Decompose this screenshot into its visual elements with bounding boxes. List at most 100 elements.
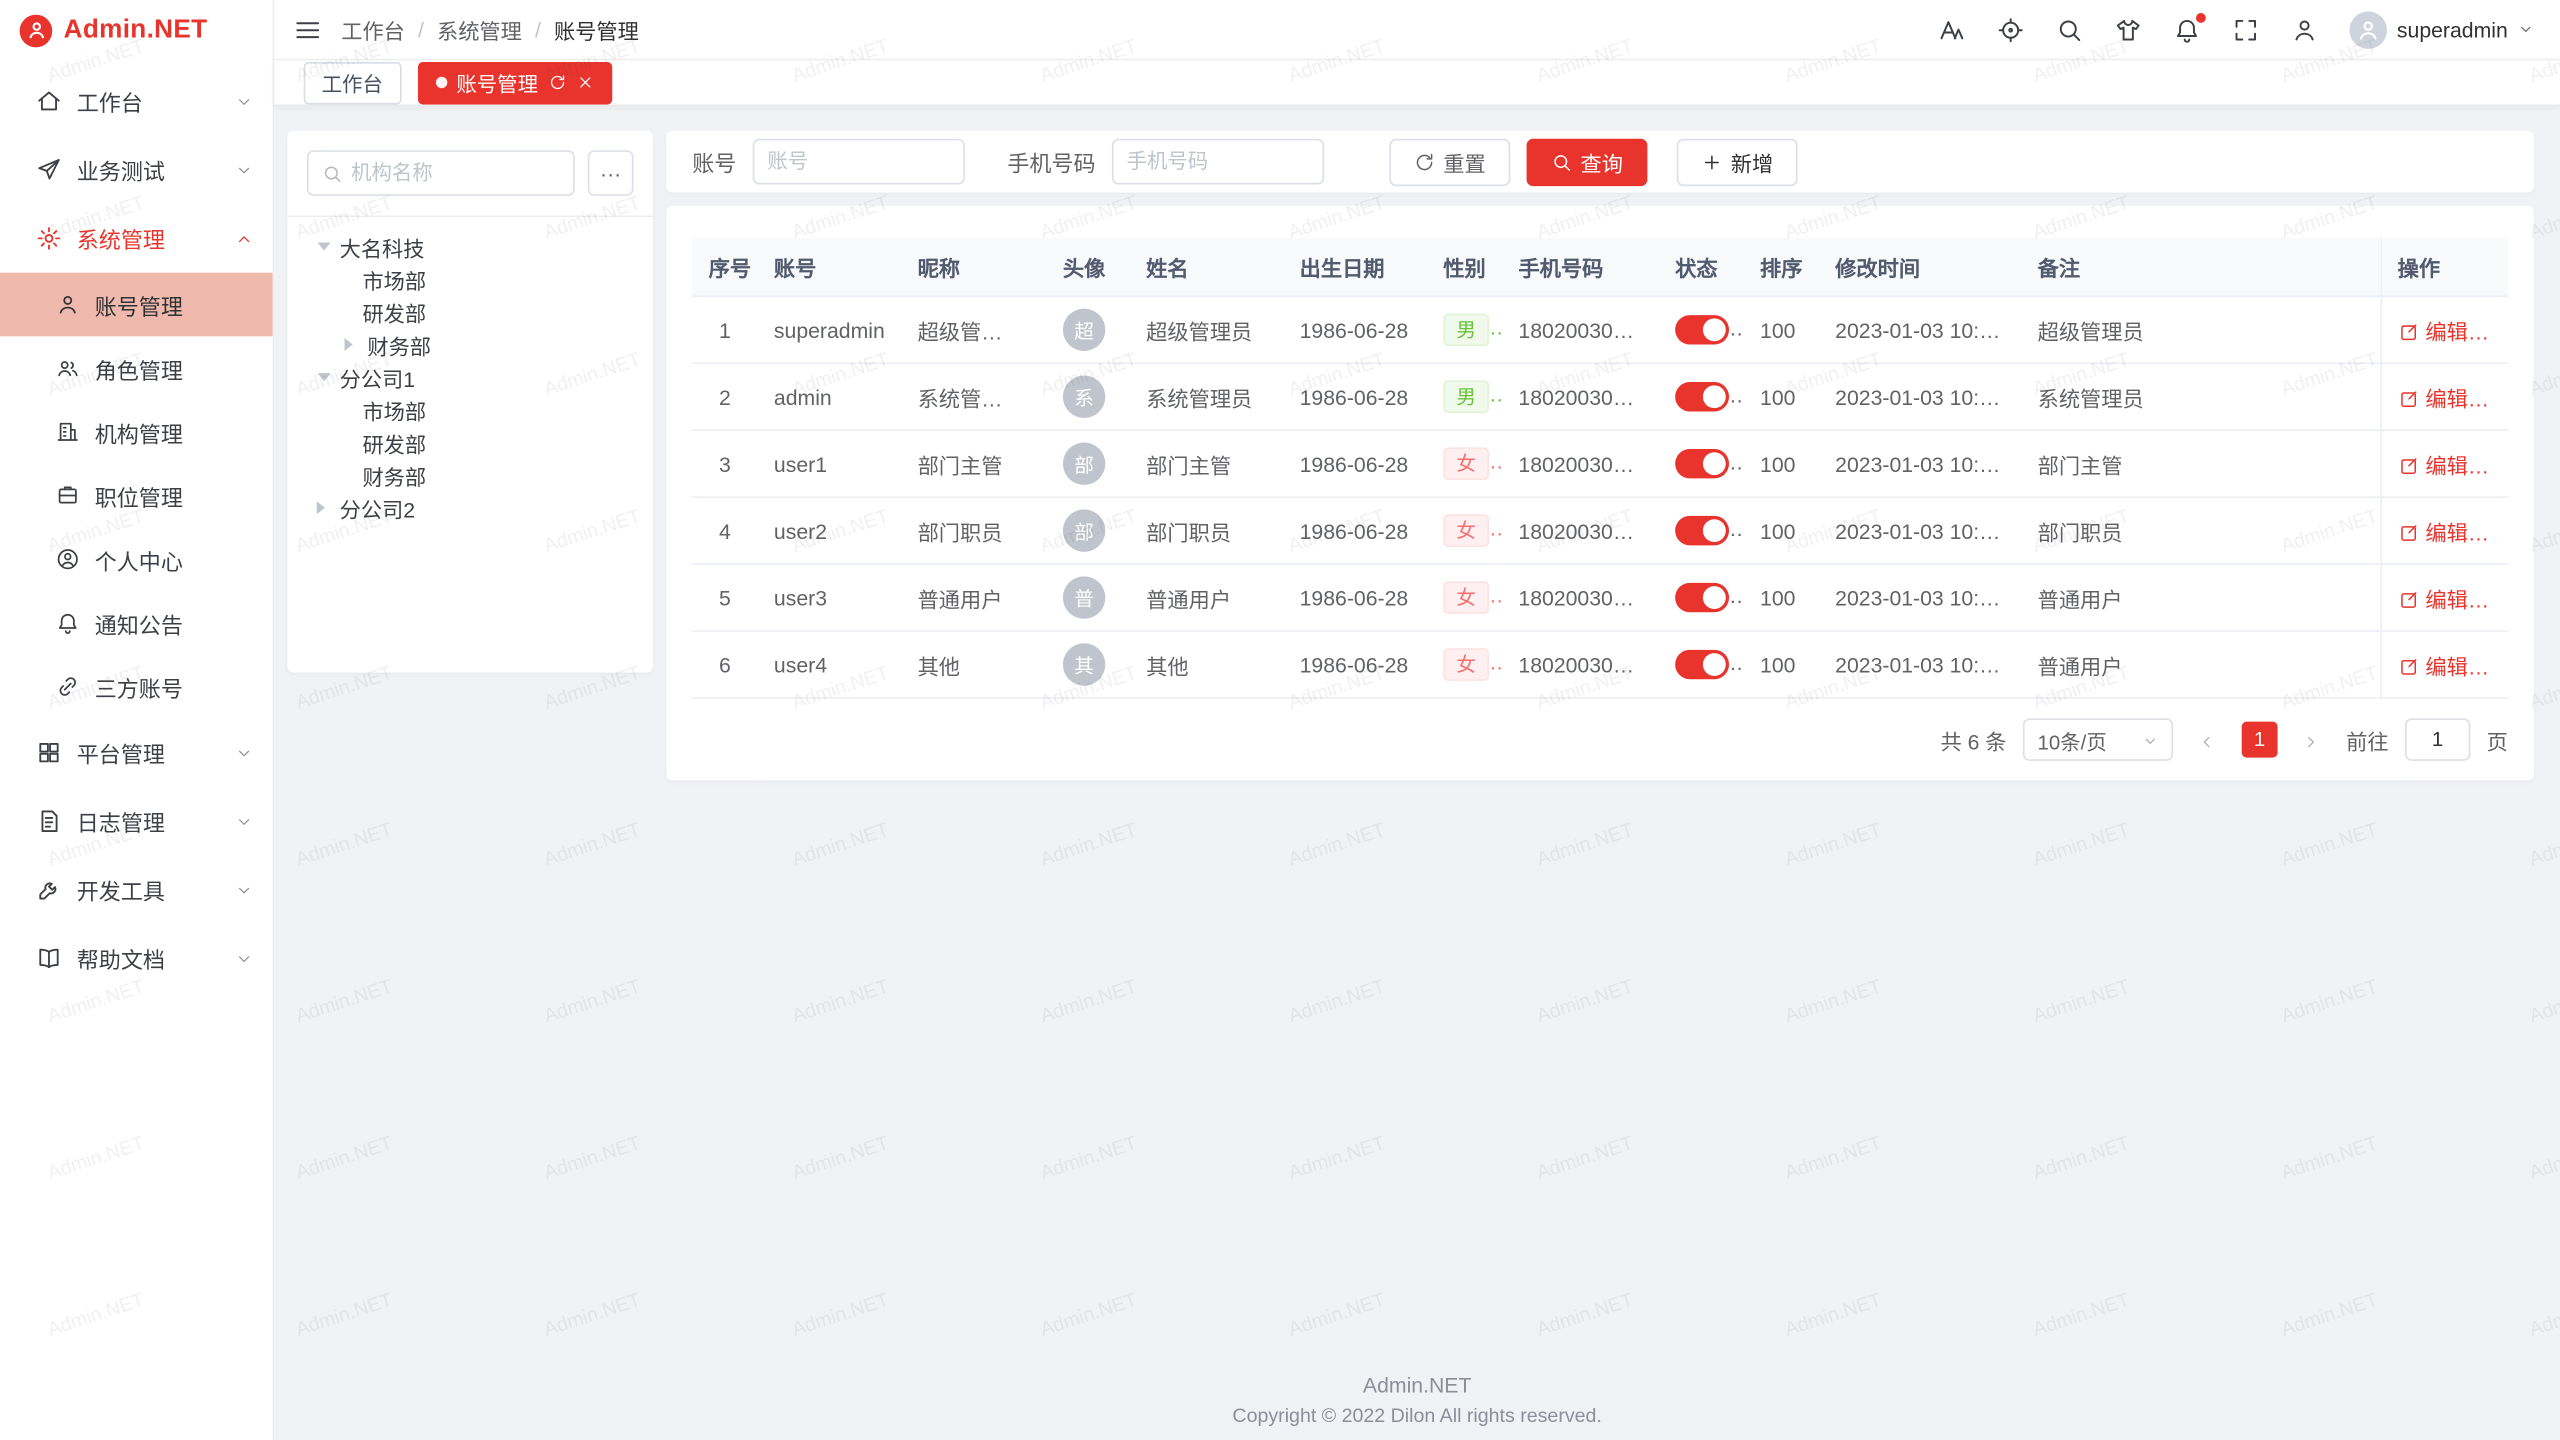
tab-1[interactable]: 账号管理 xyxy=(417,61,611,103)
tree-node-6[interactable]: 研发部 xyxy=(307,426,634,459)
tree-caret-icon[interactable] xyxy=(344,338,359,351)
tree-caret-icon[interactable] xyxy=(318,373,331,388)
cell-account: admin xyxy=(758,363,902,430)
more-actions-button[interactable] xyxy=(2487,520,2507,544)
more-actions-button[interactable] xyxy=(2487,453,2507,477)
tree-node-4[interactable]: 分公司1 xyxy=(307,361,634,394)
reset-button[interactable]: 重置 xyxy=(1389,138,1510,185)
user-menu[interactable]: superadmin xyxy=(2350,11,2534,49)
chevron-down-icon xyxy=(235,949,253,967)
sidebar-subitem-2-1[interactable]: 角色管理 xyxy=(0,336,273,400)
theme-icon[interactable] xyxy=(2114,16,2142,44)
avatar: 部 xyxy=(1063,442,1105,484)
chevron-left-icon xyxy=(2198,731,2216,749)
org-search-input[interactable] xyxy=(351,162,560,185)
sidebar-item-0[interactable]: 工作台 xyxy=(0,67,273,136)
status-toggle[interactable] xyxy=(1675,449,1729,478)
sidebar-item-4[interactable]: 日志管理 xyxy=(0,787,273,856)
goto-page-input[interactable] xyxy=(2405,718,2470,760)
tree-node-7[interactable]: 财务部 xyxy=(307,459,634,492)
toggle-knob xyxy=(1703,586,1726,609)
status-toggle[interactable] xyxy=(1675,650,1729,679)
tab-refresh-icon[interactable] xyxy=(548,73,566,91)
breadcrumb-item-0[interactable]: 工作台 xyxy=(341,14,405,45)
page-size-select[interactable]: 10条/页 xyxy=(2023,718,2173,760)
page-number-button[interactable]: 1 xyxy=(2242,722,2278,758)
sidebar-item-2[interactable]: 系统管理 xyxy=(0,204,273,273)
topbar: 工作台/系统管理/账号管理 superadmin xyxy=(274,0,2560,60)
gender-badge: 女 xyxy=(1443,514,1489,547)
phone-label: 手机号码 xyxy=(1007,145,1095,178)
tree-node-8[interactable]: 分公司2 xyxy=(307,491,634,524)
test-icon xyxy=(36,157,62,183)
cell-phone: 18020030720 xyxy=(1502,296,1659,363)
more-actions-button[interactable] xyxy=(2487,587,2507,611)
breadcrumb-item-1[interactable]: 系统管理 xyxy=(437,14,522,45)
chevron-down-icon xyxy=(235,161,253,179)
edit-button[interactable]: 编辑 xyxy=(2398,654,2471,678)
fullscreen-icon[interactable] xyxy=(2232,16,2260,44)
sidebar-subitem-2-4[interactable]: 个人中心 xyxy=(0,527,273,591)
cell-remark: 超级管理员 xyxy=(2021,296,2380,363)
bell-icon[interactable] xyxy=(2173,16,2201,44)
column-header-1: 账号 xyxy=(758,238,902,296)
sidebar-subitem-2-6[interactable]: 三方账号 xyxy=(0,655,273,719)
more-actions-button[interactable] xyxy=(2487,386,2507,410)
next-page-button[interactable] xyxy=(2294,722,2330,758)
cell-gender: 女 xyxy=(1427,497,1502,564)
tree-caret-icon[interactable] xyxy=(317,501,332,514)
account-input[interactable] xyxy=(767,150,950,173)
tree-node-0[interactable]: 大名科技 xyxy=(307,230,634,263)
ellipsis-icon xyxy=(2487,455,2507,476)
chevron-right-icon xyxy=(2303,732,2321,750)
log-icon xyxy=(36,808,62,834)
sidebar-item-3[interactable]: 平台管理 xyxy=(0,718,273,787)
sidebar-subitem-2-5[interactable]: 通知公告 xyxy=(0,591,273,655)
add-button[interactable]: 新增 xyxy=(1677,138,1798,185)
status-toggle[interactable] xyxy=(1675,583,1729,612)
edit-button[interactable]: 编辑 xyxy=(2398,520,2471,544)
sidebar-item-1[interactable]: 业务测试 xyxy=(0,136,273,205)
tree-more-button[interactable]: ··· xyxy=(588,150,634,196)
tree-node-3[interactable]: 财务部 xyxy=(307,328,634,361)
logo-icon xyxy=(20,14,53,47)
breadcrumb-item-2[interactable]: 账号管理 xyxy=(554,14,639,45)
link3-icon xyxy=(56,674,80,698)
sidebar-subitem-2-3[interactable]: 职位管理 xyxy=(0,464,273,528)
user-icon[interactable] xyxy=(2291,16,2319,44)
more-actions-button[interactable] xyxy=(2487,654,2507,678)
tab-0[interactable]: 工作台 xyxy=(304,61,401,103)
search-icon[interactable] xyxy=(2056,16,2084,44)
tree-node-1[interactable]: 市场部 xyxy=(307,263,634,296)
edit-button[interactable]: 编辑 xyxy=(2398,453,2471,477)
sidebar-subitem-2-0[interactable]: 账号管理 xyxy=(0,273,273,337)
status-toggle[interactable] xyxy=(1675,516,1729,545)
sidebar-item-6[interactable]: 帮助文档 xyxy=(0,924,273,993)
tree-caret-icon[interactable] xyxy=(318,242,331,257)
phone-input[interactable] xyxy=(1127,150,1310,173)
chevron-left-icon xyxy=(2198,732,2216,750)
edit-button[interactable]: 编辑 xyxy=(2398,319,2471,343)
sidebar-subitem-2-2[interactable]: 机构管理 xyxy=(0,400,273,464)
tab-close-icon[interactable] xyxy=(576,73,594,91)
hamburger-menu-icon[interactable] xyxy=(294,16,322,44)
font-size-icon[interactable] xyxy=(1938,16,1966,44)
edit-button[interactable]: 编辑 xyxy=(2398,386,2471,410)
toggle-knob xyxy=(1703,452,1726,475)
tree-node-5[interactable]: 市场部 xyxy=(307,393,634,426)
edit-icon xyxy=(2398,455,2419,476)
locate-icon[interactable] xyxy=(1997,16,2025,44)
status-toggle[interactable] xyxy=(1675,382,1729,411)
more-actions-button[interactable] xyxy=(2487,319,2507,343)
search-button[interactable]: 查询 xyxy=(1527,138,1648,185)
sidebar-item-5[interactable]: 开发工具 xyxy=(0,856,273,925)
search-icon xyxy=(322,162,343,183)
prev-page-button[interactable] xyxy=(2189,722,2225,758)
cell-gender: 女 xyxy=(1427,564,1502,631)
tree-node-2[interactable]: 研发部 xyxy=(307,296,634,329)
status-toggle[interactable] xyxy=(1675,315,1729,344)
sidebar-subitem-label: 职位管理 xyxy=(95,479,183,512)
cell-avatar: 部 xyxy=(1038,430,1129,497)
edit-button[interactable]: 编辑 xyxy=(2398,587,2471,611)
cell-index: 2 xyxy=(692,363,757,430)
